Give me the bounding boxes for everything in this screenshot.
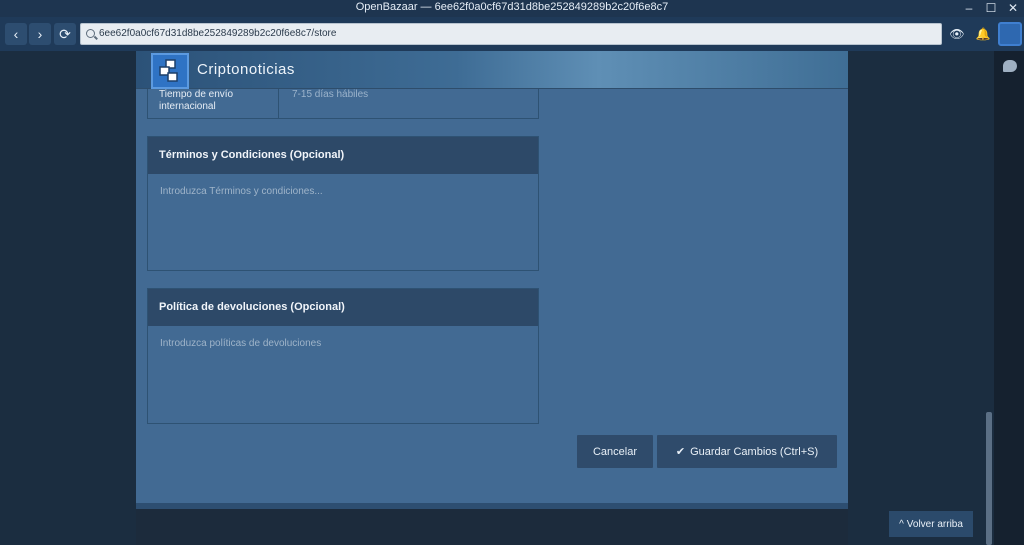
left-backdrop (0, 51, 136, 545)
navigation-bar: ‹ › ⟳ 6ee62f0a0cf67d31d8be252849289b2c20… (0, 17, 1024, 51)
store-settings-modal: Criptonoticias Tiempo de envío internaci… (136, 51, 848, 509)
back-icon: ‹ (13, 26, 19, 42)
forward-button[interactable]: › (29, 23, 51, 45)
returns-section: Política de devoluciones (Opcional) Intr… (147, 288, 539, 424)
save-button[interactable]: ✔ Guardar Cambios (Ctrl+S) (657, 435, 837, 468)
refresh-button[interactable]: ⟳ (54, 23, 76, 45)
returns-input[interactable]: Introduzca políticas de devoluciones (148, 326, 538, 423)
terms-section: Términos y Condiciones (Opcional) Introd… (147, 136, 539, 271)
right-backdrop (848, 51, 994, 545)
refresh-icon: ⟳ (59, 25, 71, 42)
cancel-button[interactable]: Cancelar (577, 435, 653, 468)
address-bar[interactable]: 6ee62f0a0cf67d31d8be252849289b2c20f6e8c7… (80, 23, 942, 45)
check-icon: ✔ (675, 446, 686, 458)
page-scrollbar[interactable] (986, 412, 992, 545)
view-button[interactable]: 👁 (946, 23, 968, 45)
bell-icon: 🔔 (975, 27, 991, 41)
scroll-to-top-button[interactable]: ^ Volver arriba (889, 511, 973, 537)
back-button[interactable]: ‹ (5, 23, 27, 45)
terms-input[interactable]: Introduzca Términos y condiciones... (148, 174, 538, 270)
maximize-icon[interactable]: ☐ (984, 1, 998, 16)
window-controls: – ☐ ✕ (962, 0, 1020, 17)
save-label: Guardar Cambios (Ctrl+S) (690, 445, 819, 458)
forward-icon: › (37, 26, 43, 42)
minimize-icon[interactable]: – (962, 1, 976, 16)
user-avatar[interactable] (998, 22, 1022, 46)
store-name: Criptonoticias (197, 61, 295, 78)
eye-icon: 👁 (949, 27, 965, 41)
cancel-label: Cancelar (592, 445, 638, 458)
search-icon (86, 29, 95, 38)
chevron-up-icon: ^ (899, 518, 904, 530)
shipping-time-label: Tiempo de envío internacional (159, 89, 234, 112)
chat-sidebar (994, 51, 1024, 545)
store-header: Criptonoticias (136, 51, 848, 89)
table-divider (278, 89, 279, 119)
shipping-time-row: Tiempo de envío internacional 7-15 días … (147, 89, 539, 119)
window-titlebar: OpenBazaar — 6ee62f0a0cf67d31d8be2528492… (0, 0, 1024, 17)
shipping-time-value: 7-15 días hábiles (292, 89, 369, 100)
store-logo-icon (159, 59, 178, 82)
terms-title: Términos y Condiciones (Opcional) (148, 137, 538, 174)
window-title: OpenBazaar — 6ee62f0a0cf67d31d8be2528492… (355, 1, 669, 13)
returns-title: Política de devoluciones (Opcional) (148, 289, 538, 326)
store-logo (151, 53, 189, 89)
chat-icon[interactable] (1003, 60, 1017, 72)
notifications-button[interactable]: 🔔 (972, 23, 994, 45)
address-text: 6ee62f0a0cf67d31d8be252849289b2c20f6e8c7… (99, 28, 337, 39)
scroll-to-top-label: Volver arriba (906, 518, 963, 530)
close-icon[interactable]: ✕ (1006, 1, 1020, 16)
